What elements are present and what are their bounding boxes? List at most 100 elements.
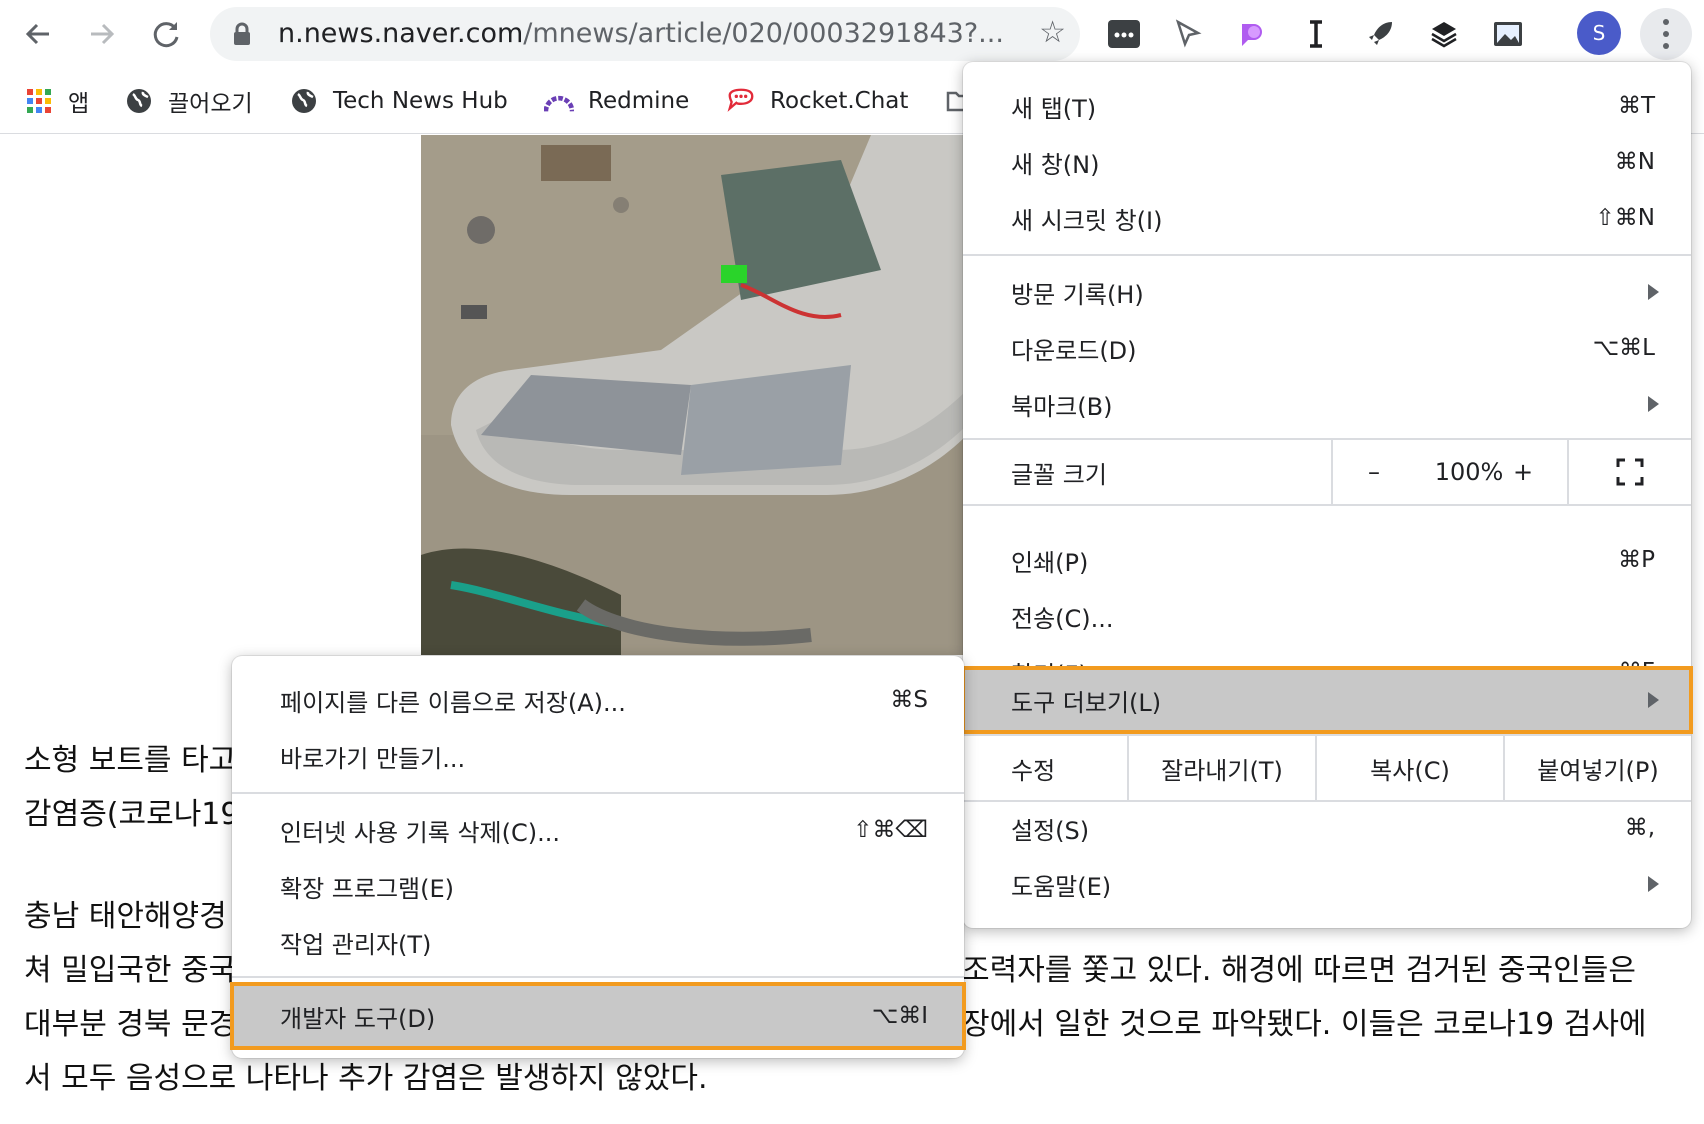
profile-avatar[interactable]: S	[1577, 11, 1621, 55]
menu-shortcut: ⌘N	[1614, 149, 1655, 175]
redmine-icon	[544, 86, 574, 116]
bookmark-redmine[interactable]: Redmine	[544, 82, 689, 120]
menu-shortcut: ⌘S	[890, 687, 928, 713]
url-host: n.news.naver.com	[278, 18, 524, 49]
menu-item-downloads[interactable]: 다운로드(D) ⌥⌘L	[963, 320, 1691, 376]
submenu-arrow-icon	[1648, 692, 1659, 708]
menu-item-label: 설정(S)	[1011, 816, 1090, 845]
menu-item-new-incognito-window[interactable]: 새 시크릿 창(I) ⇧⌘N	[963, 190, 1691, 246]
article-line: 소형 보트를 타고	[24, 743, 237, 778]
fullscreen-icon	[1616, 458, 1644, 486]
menu-item-more-tools[interactable]: 도구 더보기(L)	[961, 666, 1693, 734]
globe-icon	[124, 86, 154, 116]
menu-item-label: 새 탭(T)	[1011, 94, 1097, 123]
menu-item-new-window[interactable]: 새 창(N) ⌘N	[963, 134, 1691, 190]
bookmark-pull[interactable]: 끌어오기	[124, 82, 253, 120]
submenu-arrow-icon	[1648, 396, 1659, 412]
menu-separator	[232, 976, 964, 978]
fullscreen-button[interactable]	[1567, 440, 1691, 504]
menu-item-help[interactable]: 도움말(E)	[963, 856, 1691, 912]
menu-item-label: 바로가기 만들기...	[280, 744, 466, 773]
layers-extension-icon[interactable]	[1424, 14, 1464, 54]
menu-item-settings[interactable]: 설정(S) ⌘,	[963, 800, 1691, 856]
menu-item-label: 인쇄(P)	[1011, 548, 1089, 577]
image-extension-icon[interactable]	[1488, 14, 1528, 54]
article-line: 감염증(코로나19	[24, 797, 240, 832]
more-tools-submenu: 페이지를 다른 이름으로 저장(A)... ⌘S 바로가기 만들기... 인터넷…	[230, 656, 966, 1058]
back-arrow-icon	[25, 23, 49, 45]
menu-item-label: 북마크(B)	[1011, 392, 1113, 421]
rocket-extension-icon[interactable]	[1360, 14, 1400, 54]
url-path: /mnews/article/020/0003291843?...	[523, 18, 1004, 49]
menu-item-save-page-as[interactable]: 페이지를 다른 이름으로 저장(A)... ⌘S	[232, 672, 964, 728]
article-photo-boat	[421, 135, 967, 655]
menu-item-label: 다운로드(D)	[1011, 336, 1137, 365]
zoom-in-button[interactable]: +	[1475, 440, 1571, 504]
forward-arrow-icon	[91, 23, 115, 45]
bookmark-label: 앱	[68, 91, 90, 117]
copy-button[interactable]: 복사(C)	[1315, 736, 1503, 800]
back-button[interactable]	[18, 14, 58, 54]
menu-item-label: 작업 관리자(T)	[280, 930, 432, 959]
zoom-out-button[interactable]: –	[1331, 440, 1415, 504]
bookmark-apps[interactable]: 앱	[24, 82, 89, 120]
extension-dots-icon[interactable]	[1104, 14, 1144, 54]
menu-item-developer-tools[interactable]: 개발자 도구(D) ⌥⌘I	[230, 982, 966, 1050]
menu-item-label: 인터넷 사용 기록 삭제(C)...	[280, 818, 560, 847]
menu-item-label: 방문 기록(H)	[1011, 280, 1144, 309]
article-line: 충남 태안해양경	[24, 899, 227, 934]
menu-item-task-manager[interactable]: 작업 관리자(T)	[232, 914, 964, 970]
menu-item-cast[interactable]: 전송(C)...	[963, 588, 1691, 644]
lock-icon	[234, 22, 250, 45]
rocketchat-icon	[726, 86, 756, 116]
menu-item-label: 새 시크릿 창(I)	[1011, 206, 1163, 235]
menu-separator	[963, 254, 1691, 256]
article-line: 쳐 밀입국한 중국	[24, 953, 237, 988]
globe-icon	[289, 86, 319, 116]
paste-button[interactable]: 붙여넣기(P)	[1503, 736, 1691, 800]
menu-shortcut: ⇧⌘N	[1595, 205, 1655, 231]
menu-item-extensions[interactable]: 확장 프로그램(E)	[232, 858, 964, 914]
menu-item-history[interactable]: 방문 기록(H)	[963, 264, 1691, 320]
submenu-arrow-icon	[1648, 284, 1659, 300]
menu-shortcut: ⌥⌘L	[1592, 335, 1655, 361]
menu-separator	[963, 504, 1691, 506]
purple-extension-icon[interactable]	[1232, 14, 1272, 54]
article-line: 조력자를 쫓고 있다. 해경에 따르면 검거된 중국인들은	[962, 953, 1636, 988]
text-cursor-extension-icon[interactable]	[1296, 14, 1336, 54]
cut-button[interactable]: 잘라내기(T)	[1127, 736, 1315, 800]
menu-shortcut: ⌘T	[1617, 93, 1655, 119]
bookmark-label: 끌어오기	[168, 91, 253, 117]
edit-label: 수정	[1011, 756, 1056, 785]
menu-item-create-shortcut[interactable]: 바로가기 만들기...	[232, 728, 964, 784]
article-line: 서 모두 음성으로 나타나 추가 감염은 발생하지 않았다.	[24, 1061, 708, 1096]
menu-item-new-tab[interactable]: 새 탭(T) ⌘T	[963, 78, 1691, 134]
menu-separator	[232, 792, 964, 794]
reload-icon	[153, 22, 179, 48]
menu-item-print[interactable]: 인쇄(P) ⌘P	[963, 532, 1691, 588]
address-bar[interactable]: n.news.naver.com/mnews/article/020/00032…	[210, 7, 1080, 61]
bookmark-label: Redmine	[588, 88, 690, 114]
menu-item-label: 확장 프로그램(E)	[280, 874, 454, 903]
forward-button[interactable]	[82, 14, 122, 54]
apps-grid-icon	[24, 86, 54, 116]
menu-item-clear-browsing-data[interactable]: 인터넷 사용 기록 삭제(C)... ⇧⌘⌫	[232, 802, 964, 858]
menu-shortcut: ⌘P	[1618, 547, 1655, 573]
article-line: 대부분 경북 문경	[24, 1007, 237, 1042]
menu-item-label: 도움말(E)	[1011, 872, 1112, 901]
cursor-extension-icon[interactable]	[1168, 14, 1208, 54]
menu-item-label: 페이지를 다른 이름으로 저장(A)...	[280, 688, 626, 717]
menu-shortcut: ⌥⌘I	[871, 1003, 928, 1029]
browser-toolbar: n.news.naver.com/mnews/article/020/00032…	[0, 0, 1704, 68]
bookmark-tech-news-hub[interactable]: Tech News Hub	[289, 82, 508, 120]
menu-item-label: 개발자 도구(D)	[280, 1004, 436, 1033]
menu-item-bookmarks[interactable]: 북마크(B)	[963, 376, 1691, 432]
bookmark-rocket-chat[interactable]: Rocket.Chat	[726, 82, 908, 120]
article-line: 장에서 일한 것으로 파악됐다. 이들은 코로나19 검사에	[962, 1007, 1647, 1042]
menu-shortcut: ⌘,	[1624, 815, 1655, 841]
bookmark-star-icon[interactable]: ☆	[1039, 18, 1066, 48]
zoom-label: 글꼴 크기	[1011, 460, 1107, 489]
url-text: n.news.naver.com/mnews/article/020/00032…	[278, 18, 1004, 49]
reload-button[interactable]	[146, 14, 186, 54]
chrome-menu-button[interactable]	[1640, 8, 1692, 60]
